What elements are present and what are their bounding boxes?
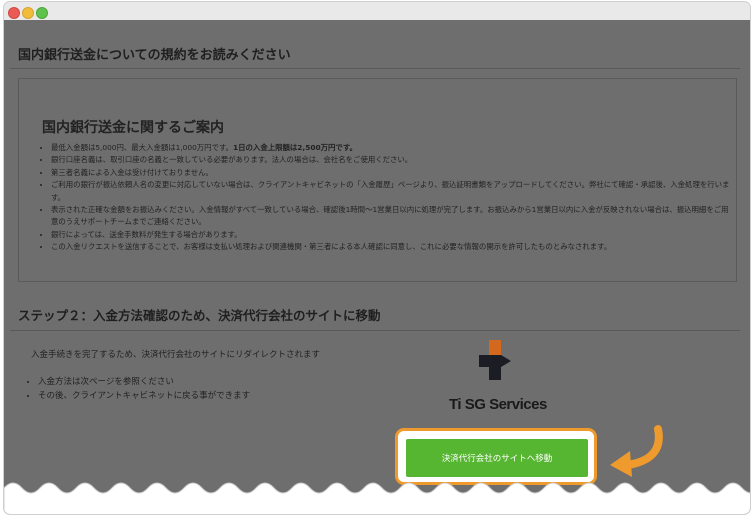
notice-item: 銀行口座名義は、取引口座の名義と一致している必要があります。法人の場合は、会社名… (51, 154, 731, 166)
page-content: 国内銀行送金についての規約をお読みください 国内銀行送金に関するご案内 最低入金… (4, 20, 750, 514)
notice-list: 最低入金額は5,000円、最大入金額は1,000万円です。1日の入金上限額は2,… (39, 142, 731, 254)
notice-title: 国内銀行送金に関するご案内 (42, 120, 224, 136)
logo-text: Ti SG Services (449, 396, 547, 413)
browser-window: 国内銀行送金についての規約をお読みください 国内銀行送金に関するご案内 最低入金… (4, 2, 750, 514)
torn-edge (4, 482, 750, 514)
company-logo-icon (479, 340, 511, 380)
minimize-icon[interactable] (22, 7, 34, 19)
notice-item: 銀行によっては、送金手数料が発生する場合があります。 (51, 229, 731, 241)
notice-item: 表示された正確な金額をお振込みください。入金情報がすべて一致している場合、確認後… (51, 204, 731, 229)
list-item: 入金方法は次ページを参照ください (38, 376, 250, 390)
notice-item: ご利用の銀行が振込依頼人名の変更に対応していない場合は、クライアントキャビネット… (51, 179, 731, 204)
notice-item: この入金リクエストを送信することで、お客様は支払い処理および関連機関・第三者によ… (51, 241, 731, 253)
step2-bullets: 入金方法は次ページを参照ください その後、クライアントキャビネットに戻る事ができ… (26, 376, 250, 403)
page-title: 国内銀行送金についての規約をお読みください (18, 48, 291, 63)
maximize-icon[interactable] (36, 7, 48, 19)
list-item: その後、クライアントキャビネットに戻る事ができます (38, 390, 250, 404)
notice-item: 第三者名義による入金は受け付けておりません。 (51, 167, 731, 179)
notice-box: 国内銀行送金に関するご案内 最低入金額は5,000円、最大入金額は1,000万円… (18, 78, 737, 282)
notice-item: 最低入金額は5,000円、最大入金額は1,000万円です。1日の入金上限額は2,… (51, 142, 731, 154)
step2-title: ステップ２：入金方法確認のため、決済代行会社のサイトに移動 (18, 308, 381, 323)
step2-description: 入金手続きを完了するため、決済代行会社のサイトにリダイレクトされます (31, 350, 321, 360)
title-bar (4, 2, 750, 20)
close-icon[interactable] (8, 7, 20, 19)
divider (10, 330, 740, 331)
company-logo: Ti SG Services (440, 340, 550, 418)
divider (10, 68, 740, 69)
